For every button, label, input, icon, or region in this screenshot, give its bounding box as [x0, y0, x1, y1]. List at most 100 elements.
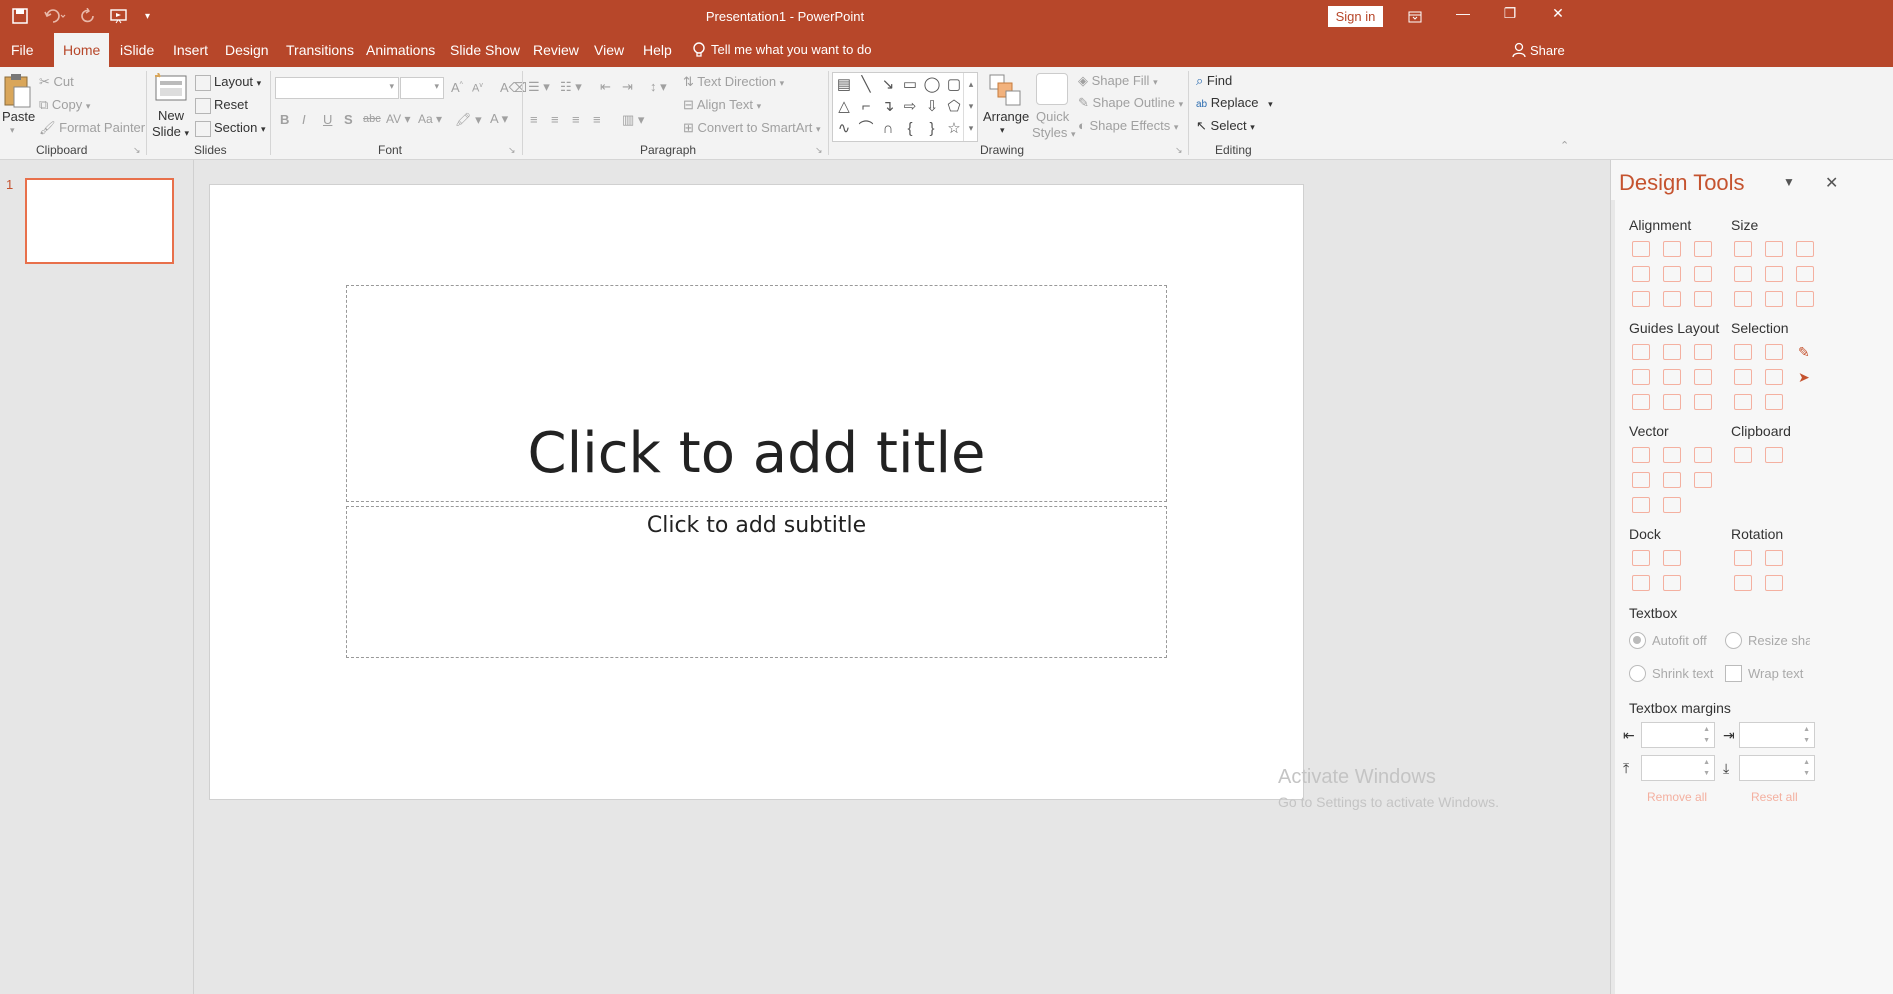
top-margin-input[interactable]: ▲ ▼: [1641, 755, 1715, 781]
line-spacing-icon[interactable]: ↕ ▾: [650, 79, 667, 95]
vector-tool-icon[interactable]: [1694, 447, 1712, 463]
selection-tool-icon[interactable]: [1734, 344, 1752, 360]
textbox-shape-icon[interactable]: ▤: [835, 76, 853, 94]
down-arrow-shape-icon[interactable]: ⇩: [923, 98, 941, 116]
triangle-shape-icon[interactable]: △: [835, 98, 853, 116]
increase-indent-icon[interactable]: ⇥: [622, 79, 633, 95]
minimize-icon[interactable]: —: [1440, 5, 1486, 29]
panel-close-icon[interactable]: ✕: [1825, 173, 1838, 193]
lightbulb-icon[interactable]: [692, 42, 706, 62]
subtitle-placeholder[interactable]: Click to add subtitle: [346, 506, 1167, 658]
wrap-text-checkbox[interactable]: [1725, 665, 1742, 682]
format-painter-button[interactable]: 🖌 Format Painter: [39, 120, 145, 136]
align-tool-icon[interactable]: [1663, 241, 1681, 257]
align-tool-icon[interactable]: [1632, 291, 1650, 307]
guide-tool-icon[interactable]: [1663, 344, 1681, 360]
align-tool-icon[interactable]: [1632, 241, 1650, 257]
align-tool-icon[interactable]: [1694, 291, 1712, 307]
font-name-combobox[interactable]: ▾: [275, 77, 399, 99]
star-shape-icon[interactable]: ☆: [945, 120, 963, 138]
increase-font-size-icon[interactable]: A^: [451, 80, 463, 95]
size-tool-icon[interactable]: [1765, 241, 1783, 257]
tell-me-search[interactable]: Tell me what you want to do: [711, 42, 871, 57]
guide-tool-icon[interactable]: [1632, 344, 1650, 360]
right-brace-shape-icon[interactable]: }: [923, 120, 941, 138]
font-size-combobox[interactable]: ▾: [400, 77, 444, 99]
size-tool-icon[interactable]: [1796, 241, 1814, 257]
align-tool-icon[interactable]: [1632, 266, 1650, 282]
oval-shape-icon[interactable]: ◯: [923, 76, 941, 94]
arrow-line-shape-icon[interactable]: ↘: [879, 76, 897, 94]
tab-islide[interactable]: iSlide: [110, 33, 164, 67]
strikethrough-icon[interactable]: abc: [363, 113, 381, 125]
arrange-icon[interactable]: [988, 73, 1022, 110]
reset-button[interactable]: Reset: [195, 97, 248, 114]
vector-tool-icon[interactable]: [1632, 447, 1650, 463]
remove-all-button[interactable]: Remove all: [1647, 790, 1707, 804]
select-button[interactable]: ↖ Select ▾: [1196, 118, 1255, 134]
collapse-ribbon-icon[interactable]: ⌃: [1560, 139, 1569, 152]
dock-tool-icon[interactable]: [1663, 550, 1681, 566]
resize-shape-radio[interactable]: [1725, 632, 1742, 649]
share-icon[interactable]: [1511, 42, 1527, 61]
left-brace-shape-icon[interactable]: {: [901, 120, 919, 138]
guide-tool-icon[interactable]: [1632, 369, 1650, 385]
copy-button[interactable]: ⧉ Copy ▾: [39, 97, 90, 113]
selection-tool-icon[interactable]: [1765, 369, 1783, 385]
size-tool-icon[interactable]: [1796, 266, 1814, 282]
line-shape-icon[interactable]: ╲: [857, 76, 875, 94]
align-tool-icon[interactable]: [1663, 291, 1681, 307]
tab-design[interactable]: Design: [215, 33, 279, 67]
quick-styles-icon[interactable]: [1036, 73, 1068, 105]
slide-thumbnail[interactable]: [25, 178, 174, 264]
shrink-text-radio[interactable]: [1629, 665, 1646, 682]
align-left-icon[interactable]: ≡: [530, 112, 538, 127]
tab-animations[interactable]: Animations: [356, 33, 445, 67]
bold-icon[interactable]: B: [280, 112, 289, 127]
magic-wand-icon[interactable]: ✎: [1798, 344, 1810, 361]
size-tool-icon[interactable]: [1765, 291, 1783, 307]
slide-canvas[interactable]: Click to add title Click to add subtitle: [209, 184, 1304, 800]
paste-button[interactable]: Paste: [2, 109, 35, 124]
align-text-button[interactable]: ⊟ Align Text ▾: [683, 97, 761, 113]
cut-button[interactable]: ✂ Cut: [39, 74, 74, 90]
vector-tool-icon[interactable]: [1663, 497, 1681, 513]
align-center-icon[interactable]: ≡: [551, 112, 559, 127]
vector-tool-icon[interactable]: [1663, 447, 1681, 463]
share-button[interactable]: Share: [1530, 43, 1565, 58]
shapes-gallery[interactable]: ▤ ╲ ↘ ▭ ◯ ▢ △ ⌐ ↴ ⇨ ⇩ ⬠ ∿ ⌒ ∩ { } ☆ ▴ ▾ ▾: [832, 72, 978, 142]
size-tool-icon[interactable]: [1796, 291, 1814, 307]
text-direction-button[interactable]: ⇅ Text Direction ▾: [683, 74, 784, 90]
selection-tool-icon[interactable]: [1765, 394, 1783, 410]
align-right-icon[interactable]: ≡: [572, 112, 580, 127]
selection-tool-icon[interactable]: [1734, 394, 1752, 410]
rotation-tool-icon[interactable]: [1734, 550, 1752, 566]
layout-button[interactable]: Layout ▾: [195, 74, 261, 91]
align-tool-icon[interactable]: [1694, 266, 1712, 282]
quick-styles-button[interactable]: Styles ▾: [1032, 125, 1076, 140]
elbow-connector-shape-icon[interactable]: ⌐: [857, 98, 875, 116]
restore-icon[interactable]: ❐: [1487, 5, 1533, 29]
shape-fill-button[interactable]: ◈ Shape Fill ▾: [1078, 73, 1158, 89]
text-shadow-icon[interactable]: S: [344, 112, 353, 127]
size-tool-icon[interactable]: [1734, 266, 1752, 282]
right-arrow-shape-icon[interactable]: ⇨: [901, 98, 919, 116]
rectangle-shape-icon[interactable]: ▭: [901, 76, 919, 94]
arc-shape-icon[interactable]: ⌒: [857, 120, 875, 138]
vector-tool-icon[interactable]: [1694, 472, 1712, 488]
vector-tool-icon[interactable]: [1632, 497, 1650, 513]
guide-tool-icon[interactable]: [1694, 369, 1712, 385]
clipboard-launcher-icon[interactable]: ↘: [133, 145, 141, 156]
tab-home[interactable]: Home: [54, 33, 110, 67]
change-case-icon[interactable]: Aa ▾: [418, 112, 442, 126]
new-slide-icon[interactable]: [155, 72, 187, 104]
clear-formatting-icon[interactable]: A⌫: [500, 80, 527, 96]
guide-tool-icon[interactable]: [1663, 369, 1681, 385]
guide-tool-icon[interactable]: [1694, 394, 1712, 410]
ribbon-display-options-icon[interactable]: [1392, 5, 1438, 29]
left-margin-input[interactable]: ▲ ▼: [1641, 722, 1715, 748]
rounded-rectangle-shape-icon[interactable]: ▢: [945, 76, 963, 94]
arrange-button[interactable]: Arrange: [983, 109, 1029, 124]
selection-tool-icon[interactable]: [1765, 344, 1783, 360]
vector-tool-icon[interactable]: [1663, 472, 1681, 488]
